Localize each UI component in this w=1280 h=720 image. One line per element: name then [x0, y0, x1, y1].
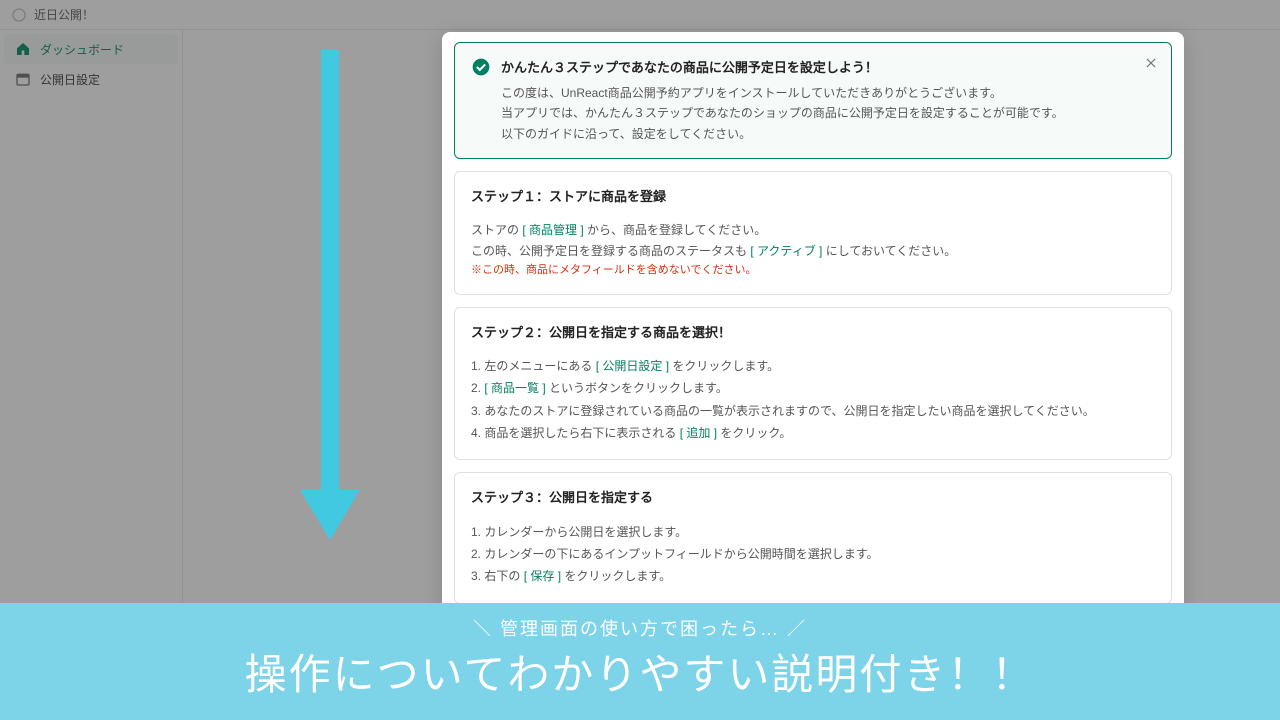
banner-subtitle: ＼ 管理画面の使い方で困ったら… ／: [0, 615, 1280, 641]
step2-heading: ステップ２：公開日を指定する商品を選択！: [471, 322, 1155, 344]
intro-title: かんたん３ステップであなたの商品に公開予定日を設定しよう！: [501, 57, 1064, 79]
product-list-link[interactable]: [ 商品一覧 ]: [484, 381, 545, 395]
step2-card: ステップ２：公開日を指定する商品を選択！ 左のメニューにある [ 公開日設定 ]…: [454, 307, 1172, 461]
save-link[interactable]: [ 保存 ]: [524, 569, 561, 583]
step1-note: ※この時、商品にメタフィールドを含めないでください。: [471, 261, 1155, 280]
step1-card: ステップ１：ストアに商品を登録 ストアの [ 商品管理 ] から、商品を登録して…: [454, 171, 1172, 295]
products-link[interactable]: [ 商品管理 ]: [522, 223, 583, 237]
check-circle-icon: [471, 57, 491, 77]
intro-card: かんたん３ステップであなたの商品に公開予定日を設定しよう！ この度は、UnRea…: [454, 42, 1172, 159]
add-link[interactable]: [ 追加 ]: [680, 426, 717, 440]
step1-heading: ステップ１：ストアに商品を登録: [471, 186, 1155, 208]
promo-banner: ＼ 管理画面の使い方で困ったら… ／ 操作についてわかりやすい説明付き！！: [0, 603, 1280, 720]
step3-heading: ステップ３：公開日を指定する: [471, 487, 1155, 509]
intro-body: この度は、UnReact商品公開予約アプリをインストールしていただきありがとうご…: [501, 83, 1064, 144]
publish-settings-link[interactable]: [ 公開日設定 ]: [596, 359, 669, 373]
scroll-arrow-icon: [300, 50, 360, 540]
close-button[interactable]: [1141, 53, 1161, 73]
active-status-link[interactable]: [ アクティブ ]: [750, 244, 822, 258]
step3-card: ステップ３：公開日を指定する カレンダーから公開日を選択します。 カレンダーの下…: [454, 472, 1172, 603]
banner-title: 操作についてわかりやすい説明付き！！: [0, 641, 1280, 702]
